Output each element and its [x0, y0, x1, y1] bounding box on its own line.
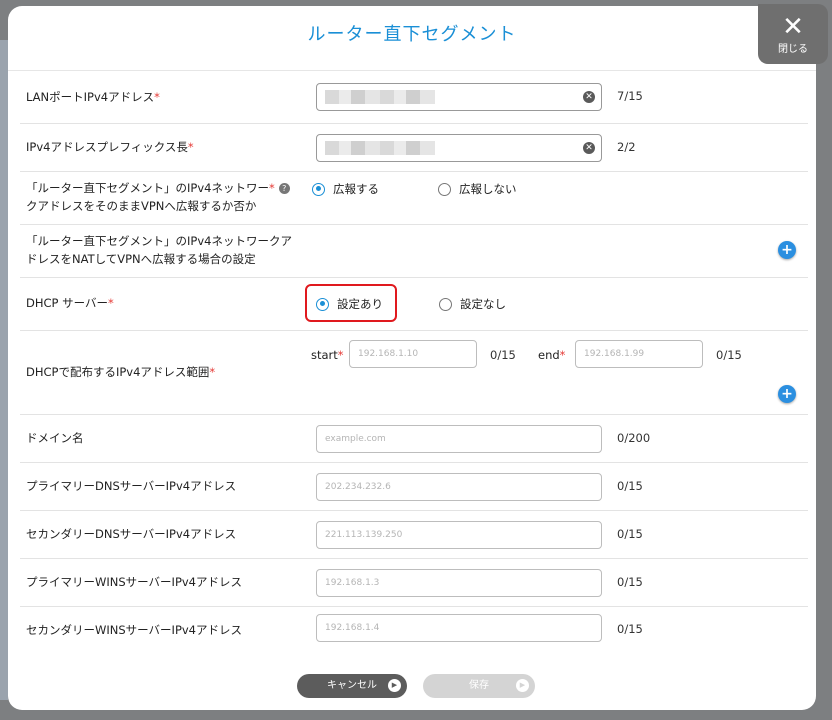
dhcp-start-input[interactable]: 192.168.1.10	[349, 340, 477, 368]
required-mark: *	[154, 90, 160, 104]
row-prefix: IPv4アドレスプレフィックス長* ✕ 2/2	[20, 123, 808, 172]
required-mark: *	[268, 181, 275, 195]
secondary-wins-label: セカンダリーWINSサーバーIPv4アドレス	[26, 623, 242, 637]
redacted-value	[325, 141, 435, 155]
play-arrow-icon: ▶	[388, 679, 401, 692]
prefix-label: IPv4アドレスプレフィックス長*	[26, 138, 194, 156]
primary-wins-label: プライマリーWINSサーバーIPv4アドレス	[26, 575, 242, 589]
secondary-wins-input[interactable]: 192.168.1.4	[316, 614, 602, 642]
domain-input[interactable]: example.com	[316, 425, 602, 453]
row-secondary-wins: セカンダリーWINSサーバーIPv4アドレス 192.168.1.4 0/15	[20, 606, 808, 654]
nat-label-line1: 「ルーター直下セグメント」のIPv4ネットワークア	[26, 234, 292, 248]
row-secondary-dns: セカンダリーDNSサーバーIPv4アドレス 221.113.139.250 0/…	[20, 510, 808, 559]
primary-wins-input[interactable]: 192.168.1.3	[316, 569, 602, 597]
dhcp-start-counter: 0/15	[490, 348, 516, 362]
dialog-title: ルーター直下セグメント	[307, 24, 517, 45]
nat-label: 「ルーター直下セグメント」のIPv4ネットワークア ドレスをNATしてVPNへ広…	[26, 232, 316, 268]
advertise-label: 「ルーター直下セグメント」のIPv4ネットワー*? クアドレスをそのままVPNへ…	[26, 179, 316, 215]
advertise-label-line1: 「ルーター直下セグメント」のIPv4ネットワー	[26, 181, 269, 195]
lan-ipv4-label-text: LANポートIPv4アドレス	[26, 90, 155, 104]
domain-counter: 0/200	[617, 431, 651, 445]
lan-ipv4-label: LANポートIPv4アドレス*	[26, 88, 160, 106]
add-dhcp-range-button[interactable]: +	[778, 385, 796, 403]
save-button-label: 保存	[469, 680, 489, 691]
row-primary-wins: プライマリーWINSサーバーIPv4アドレス 192.168.1.3 0/15	[20, 558, 808, 607]
prefix-label-text: IPv4アドレスプレフィックス長	[26, 140, 188, 154]
secondary-dns-counter: 0/15	[617, 527, 643, 541]
radio-advertise-yes[interactable]: 広報する	[312, 181, 379, 197]
radio-dhcp-off[interactable]: 設定なし	[439, 296, 506, 312]
radio-advertise-no[interactable]: 広報しない	[438, 181, 517, 197]
radio-advertise-yes-label: 広報する	[333, 182, 379, 196]
row-dhcp-range: DHCPで配布するIPv4アドレス範囲* start* 192.168.1.10…	[20, 330, 808, 415]
radio-selected-icon	[312, 182, 325, 196]
radio-dhcp-on-label: 設定あり	[337, 297, 383, 311]
radio-dhcp-on[interactable]: 設定あり	[316, 296, 383, 312]
row-lan-ipv4: LANポートIPv4アドレス* ✕ 7/15	[20, 71, 808, 124]
start-label: start*	[311, 348, 344, 362]
close-icon: ✕	[782, 12, 804, 42]
segment-dialog: ルーター直下セグメント LANポートIPv4アドレス* ✕ 7/15 IPv4ア…	[8, 6, 816, 710]
dhcp-label: DHCP サーバー*	[26, 294, 114, 312]
dhcp-label-text: DHCP サーバー	[26, 296, 109, 310]
row-domain: ドメイン名 example.com 0/200	[20, 414, 808, 463]
radio-unselected-icon	[438, 182, 451, 196]
advertise-label-line2: クアドレスをそのままVPNへ広報するか否か	[26, 199, 257, 213]
end-label: end*	[538, 348, 565, 362]
prefix-input[interactable]: ✕	[316, 134, 602, 162]
dhcp-range-label: DHCPで配布するIPv4アドレス範囲*	[26, 363, 215, 381]
redacted-value	[325, 90, 435, 104]
start-label-text: start	[311, 348, 338, 362]
save-button[interactable]: 保存 ▶	[423, 674, 535, 698]
primary-wins-counter: 0/15	[617, 575, 643, 589]
radio-dhcp-off-label: 設定なし	[460, 297, 506, 311]
close-button[interactable]: ✕ 閉じる	[758, 4, 828, 64]
cancel-button-label: キャンセル	[327, 680, 377, 691]
domain-label: ドメイン名	[26, 431, 84, 445]
close-button-label: 閉じる	[778, 44, 808, 55]
radio-advertise-no-label: 広報しない	[459, 182, 517, 196]
required-mark: *	[209, 365, 216, 379]
nat-label-line2: ドレスをNATしてVPNへ広報する場合の設定	[26, 252, 256, 266]
row-primary-dns: プライマリーDNSサーバーIPv4アドレス 202.234.232.6 0/15	[20, 462, 808, 511]
clear-icon[interactable]: ✕	[583, 91, 595, 103]
end-label-text: end	[538, 348, 560, 362]
secondary-wins-counter: 0/15	[617, 622, 643, 636]
required-mark: *	[187, 140, 194, 154]
lan-ipv4-counter: 7/15	[617, 89, 643, 103]
add-nat-setting-button[interactable]: +	[778, 241, 796, 259]
secondary-dns-input[interactable]: 221.113.139.250	[316, 521, 602, 549]
primary-dns-label: プライマリーDNSサーバーIPv4アドレス	[26, 479, 237, 493]
required-mark: *	[108, 296, 114, 310]
play-arrow-icon: ▶	[516, 679, 529, 692]
row-nat: 「ルーター直下セグメント」のIPv4ネットワークア ドレスをNATしてVPNへ広…	[20, 224, 808, 278]
primary-dns-counter: 0/15	[617, 479, 643, 493]
lan-ipv4-input[interactable]: ✕	[316, 83, 602, 111]
cancel-button[interactable]: キャンセル ▶	[297, 674, 407, 698]
radio-unselected-icon	[439, 297, 452, 311]
background-page-edge	[0, 40, 8, 700]
row-advertise: 「ルーター直下セグメント」のIPv4ネットワー*? クアドレスをそのままVPNへ…	[20, 171, 808, 225]
prefix-counter: 2/2	[617, 140, 636, 154]
clear-icon[interactable]: ✕	[583, 142, 595, 154]
radio-selected-icon	[316, 297, 329, 311]
secondary-dns-label: セカンダリーDNSサーバーIPv4アドレス	[26, 527, 237, 541]
dhcp-end-input[interactable]: 192.168.1.99	[575, 340, 703, 368]
dhcp-end-counter: 0/15	[716, 348, 742, 362]
required-mark: *	[559, 348, 566, 362]
help-icon[interactable]: ?	[278, 183, 290, 194]
row-dhcp: DHCP サーバー* 設定あり 設定なし	[20, 277, 808, 331]
required-mark: *	[337, 348, 344, 362]
dhcp-range-label-text: DHCPで配布するIPv4アドレス範囲	[26, 365, 210, 379]
primary-dns-input[interactable]: 202.234.232.6	[316, 473, 602, 501]
